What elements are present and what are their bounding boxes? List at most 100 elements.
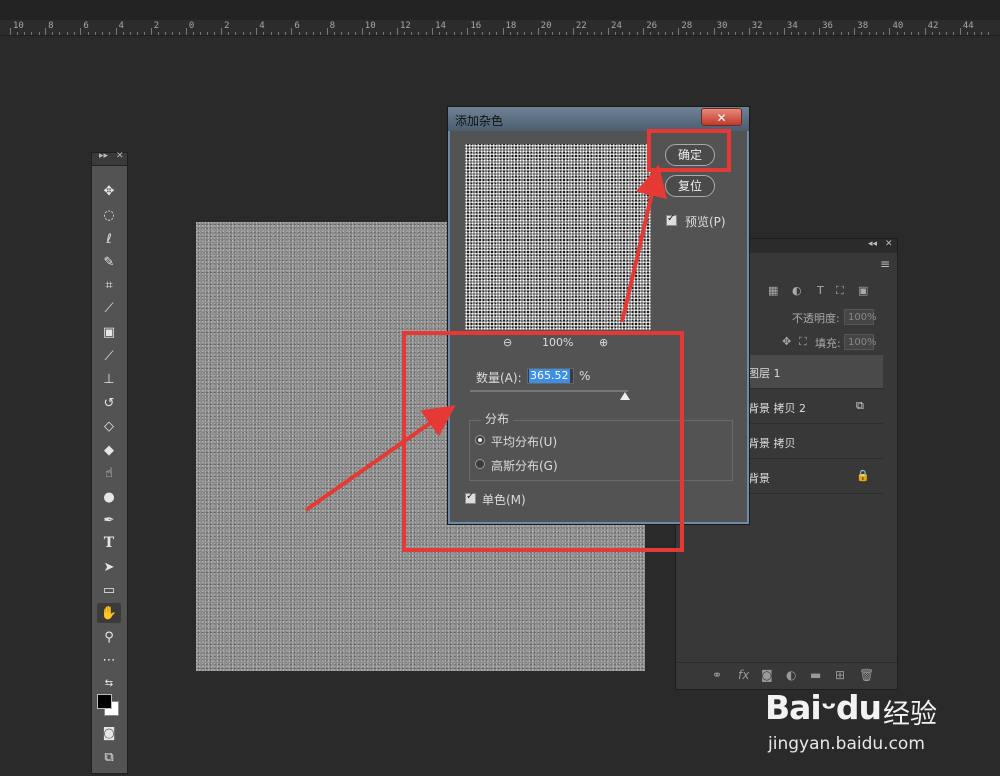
- ruler-minor-tick: [531, 32, 533, 35]
- top-bar: [0, 0, 1000, 20]
- ruler-minor-tick: [735, 32, 736, 35]
- ruler-label: 16: [470, 21, 482, 31]
- ruler-minor-tick: [791, 32, 793, 35]
- opacity-label: 不透明度:: [792, 312, 840, 325]
- noise-preview[interactable]: [465, 144, 651, 330]
- ruler-tick: [396, 28, 398, 35]
- ruler-tick: [748, 28, 750, 35]
- collapse-icon[interactable]: ▸▸: [99, 151, 108, 161]
- filter-pixel-icon[interactable]: ▦: [768, 284, 778, 297]
- ruler-minor-tick: [559, 32, 561, 35]
- ruler-minor-tick: [918, 32, 920, 35]
- healing-brush-tool-icon[interactable]: ▣: [97, 322, 121, 342]
- settings-highlight-box: [402, 331, 684, 552]
- filter-type-icon[interactable]: T: [817, 284, 824, 297]
- hand-tool-icon[interactable]: ✋: [97, 603, 121, 623]
- ruler-label: 2: [224, 21, 230, 31]
- marquee-tool-icon[interactable]: ◌: [97, 205, 121, 225]
- pen-tool-icon[interactable]: ✒: [97, 510, 121, 530]
- ruler-minor-tick: [453, 32, 455, 35]
- ruler-minor-tick: [981, 32, 983, 35]
- clone-stamp-tool-icon[interactable]: ⊥: [97, 369, 121, 389]
- ruler-tick: [256, 28, 258, 35]
- foreground-color-swatch[interactable]: [97, 694, 112, 709]
- ruler-minor-tick: [31, 32, 33, 35]
- eraser-tool-icon[interactable]: ◇: [97, 416, 121, 436]
- layer-name: 背景 拷贝 2: [748, 402, 806, 415]
- brush-tool-icon[interactable]: ⟋: [97, 346, 121, 366]
- ruler-minor-tick: [425, 32, 427, 35]
- watermark-brand: Baiᵕdu: [765, 688, 882, 727]
- ruler-label: 12: [399, 21, 411, 31]
- dialog-title-bar[interactable]: 添加杂色 ✕: [448, 107, 749, 131]
- ruler-label: 8: [48, 21, 54, 31]
- ruler-minor-tick: [805, 32, 807, 35]
- lasso-tool-icon[interactable]: ℓ: [97, 229, 121, 249]
- dodge-tool-icon[interactable]: ●: [97, 487, 121, 507]
- rectangle-tool-icon[interactable]: ▭: [97, 580, 121, 600]
- ruler-tick: [783, 28, 785, 35]
- ruler-minor-tick: [495, 32, 497, 35]
- ruler-tick: [115, 28, 117, 35]
- ruler-minor-tick: [657, 32, 659, 35]
- smart-object-icon: ⧉: [856, 399, 864, 412]
- link-icon[interactable]: ⚭: [712, 668, 722, 682]
- toolbox-panel: ▸▸ ✕ ✥ ◌ ℓ ✎ ⌗ ⟋ ▣ ⟋ ⊥ ↺ ◇ ◆ ☝ ● ✒ T ➤ ▭…: [91, 151, 128, 774]
- eyedropper-tool-icon[interactable]: ⟋: [97, 298, 121, 318]
- ruler-minor-tick: [263, 32, 265, 35]
- history-brush-tool-icon[interactable]: ↺: [97, 393, 121, 413]
- close-icon[interactable]: ✕: [116, 151, 124, 161]
- reset-button[interactable]: 复位: [665, 175, 715, 197]
- lock-position-icon[interactable]: ✥: [782, 335, 791, 348]
- layer-name: 背景: [748, 472, 770, 485]
- quick-mask-icon[interactable]: ◙: [97, 723, 121, 743]
- fill-field[interactable]: 100%: [844, 334, 877, 350]
- ruler-label: 2: [153, 21, 160, 31]
- ruler-minor-tick: [664, 32, 666, 35]
- ruler-minor-tick: [376, 32, 378, 35]
- ruler-tick: [608, 28, 610, 35]
- zoom-tool-icon[interactable]: ⚲: [97, 627, 121, 647]
- crop-tool-icon[interactable]: ⌗: [97, 275, 121, 295]
- screen-mode-icon[interactable]: ⧉: [97, 747, 121, 767]
- filter-adjustment-icon[interactable]: ◐: [792, 284, 802, 297]
- ruler-label: 20: [540, 21, 552, 31]
- watermark-chinese: 经验: [883, 699, 937, 730]
- preview-checkbox[interactable]: [666, 213, 677, 226]
- ruler-minor-tick: [24, 32, 26, 35]
- ruler-minor-tick: [228, 32, 230, 35]
- opacity-field[interactable]: 100%: [844, 309, 877, 325]
- ruler-minor-tick: [931, 32, 933, 35]
- ruler-minor-tick: [446, 32, 448, 35]
- close-icon[interactable]: ✕: [885, 239, 893, 249]
- ruler-minor-tick: [305, 32, 307, 35]
- ruler-minor-tick: [101, 32, 103, 35]
- path-select-tool-icon[interactable]: ➤: [97, 557, 121, 577]
- quick-select-tool-icon[interactable]: ✎: [97, 252, 121, 272]
- move-tool-icon[interactable]: ✥: [97, 181, 121, 201]
- ruler-tick: [291, 28, 293, 35]
- filter-shape-icon[interactable]: ⛶: [836, 284, 844, 298]
- collapse-icon[interactable]: ◂◂: [868, 239, 877, 249]
- fill-label: 填充:: [815, 337, 841, 350]
- swap-colors-icon[interactable]: ⇆: [97, 673, 121, 693]
- ruler-tick: [537, 28, 539, 35]
- paint-bucket-tool-icon[interactable]: ◆: [97, 440, 121, 460]
- ruler-minor-tick: [129, 32, 131, 35]
- ruler-minor-tick: [516, 32, 518, 35]
- fx-icon[interactable]: fx: [738, 668, 749, 682]
- close-button[interactable]: ✕: [701, 108, 742, 126]
- more-tools-icon[interactable]: ⋯: [97, 650, 121, 670]
- ruler-minor-tick: [411, 32, 413, 35]
- filter-smart-icon[interactable]: ▣: [858, 284, 868, 297]
- type-tool-icon[interactable]: T: [97, 533, 121, 553]
- ruler-minor-tick: [720, 32, 722, 35]
- panel-menu-icon[interactable]: ≡: [880, 257, 890, 271]
- ruler-minor-tick: [671, 32, 673, 35]
- lock-artboard-icon[interactable]: ⛶: [799, 335, 807, 349]
- ruler-tick: [185, 28, 187, 35]
- ruler-minor-tick: [699, 32, 701, 35]
- ruler-label: 44: [962, 21, 974, 31]
- smudge-tool-icon[interactable]: ☝: [97, 463, 121, 483]
- toolbox-header[interactable]: ▸▸ ✕: [92, 151, 127, 166]
